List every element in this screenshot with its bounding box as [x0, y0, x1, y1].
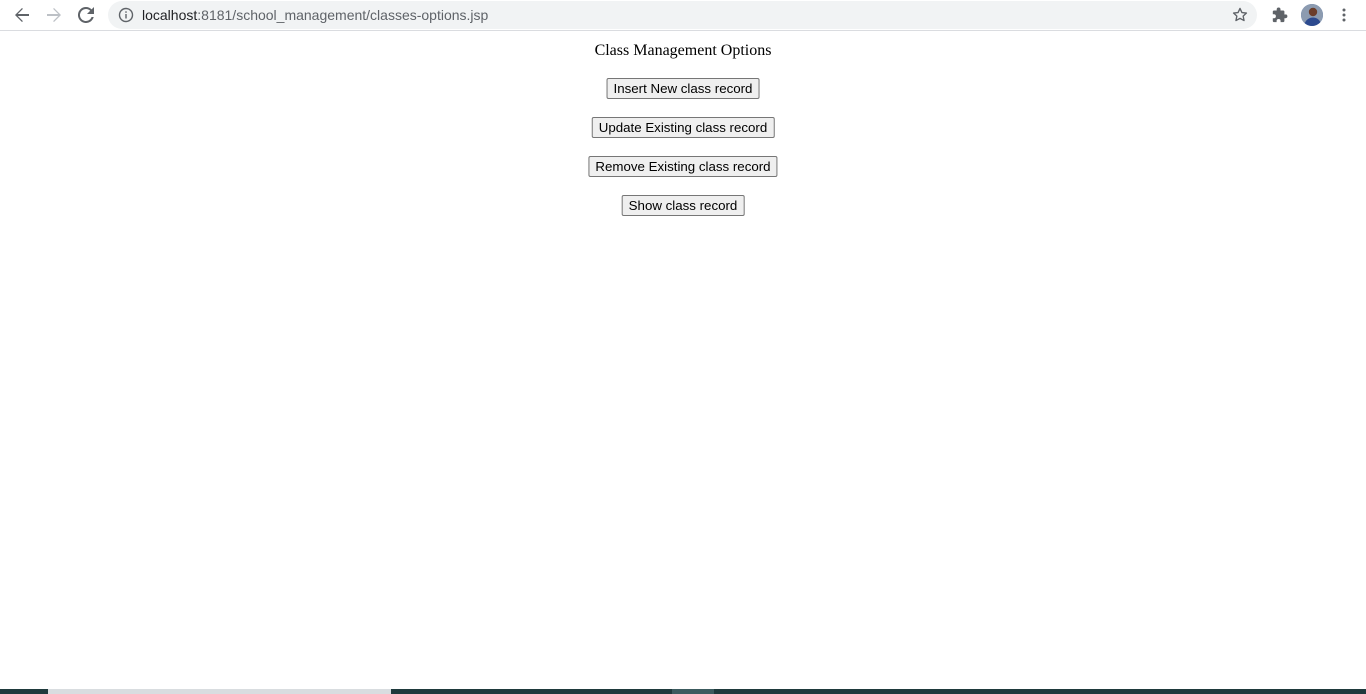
taskbar-segment: [48, 689, 391, 694]
page-title: Class Management Options: [594, 42, 772, 59]
insert-class-button[interactable]: Insert New class record: [606, 78, 760, 99]
url-path: :8181/school_management/classes-options.…: [197, 7, 489, 23]
reload-button[interactable]: [73, 3, 99, 27]
browser-toolbar: localhost:8181/school_management/classes…: [0, 0, 1366, 31]
info-icon[interactable]: [118, 7, 134, 23]
page-content: Class Management Options Insert New clas…: [0, 32, 1366, 687]
remove-class-button[interactable]: Remove Existing class record: [588, 156, 778, 177]
taskbar-segment: [672, 689, 714, 694]
url-text[interactable]: localhost:8181/school_management/classes…: [142, 7, 488, 23]
reload-icon: [78, 7, 94, 23]
back-button[interactable]: [9, 3, 35, 27]
avatar[interactable]: [1301, 4, 1323, 26]
star-icon[interactable]: [1231, 6, 1249, 24]
taskbar-strip: [0, 689, 1366, 694]
show-class-button[interactable]: Show class record: [621, 195, 745, 216]
address-bar[interactable]: localhost:8181/school_management/classes…: [108, 1, 1257, 29]
update-class-button[interactable]: Update Existing class record: [591, 117, 775, 138]
back-arrow-icon: [15, 8, 29, 22]
forward-button[interactable]: [41, 3, 67, 27]
url-host: localhost: [142, 7, 198, 23]
forward-arrow-icon: [47, 8, 61, 22]
kebab-menu-icon: [1342, 8, 1346, 22]
extensions-button[interactable]: [1269, 4, 1291, 26]
browser-menu-button[interactable]: [1335, 4, 1353, 26]
profile-picture: [1301, 4, 1323, 26]
puzzle-icon: [1272, 7, 1288, 23]
